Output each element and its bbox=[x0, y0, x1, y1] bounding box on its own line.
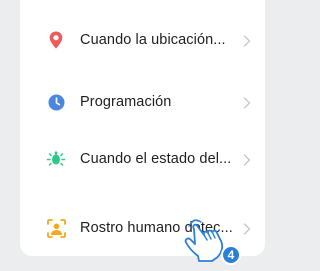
chevron-right-icon bbox=[243, 222, 251, 235]
chevron-right-icon bbox=[243, 96, 251, 109]
location-pin-icon bbox=[46, 30, 66, 50]
chevron-right-icon bbox=[243, 34, 251, 47]
condition-list-card: Cuando la ubicación... Programación Cuan… bbox=[20, 0, 265, 256]
condition-row-device-status[interactable]: Cuando el estado del... bbox=[20, 134, 265, 184]
condition-label-location: Cuando la ubicación... bbox=[80, 32, 226, 48]
clock-icon bbox=[46, 92, 66, 112]
device-status-icon bbox=[46, 149, 66, 169]
condition-label-schedule: Programación bbox=[80, 94, 172, 110]
condition-label-device-status: Cuando el estado del... bbox=[80, 151, 232, 167]
condition-row-location[interactable]: Cuando la ubicación... bbox=[20, 15, 265, 65]
tap-hand-icon bbox=[178, 216, 228, 266]
step-number-badge: 4 bbox=[221, 245, 241, 265]
condition-row-schedule[interactable]: Programación bbox=[20, 77, 265, 127]
face-detection-icon bbox=[46, 218, 66, 238]
chevron-right-icon bbox=[243, 153, 251, 166]
